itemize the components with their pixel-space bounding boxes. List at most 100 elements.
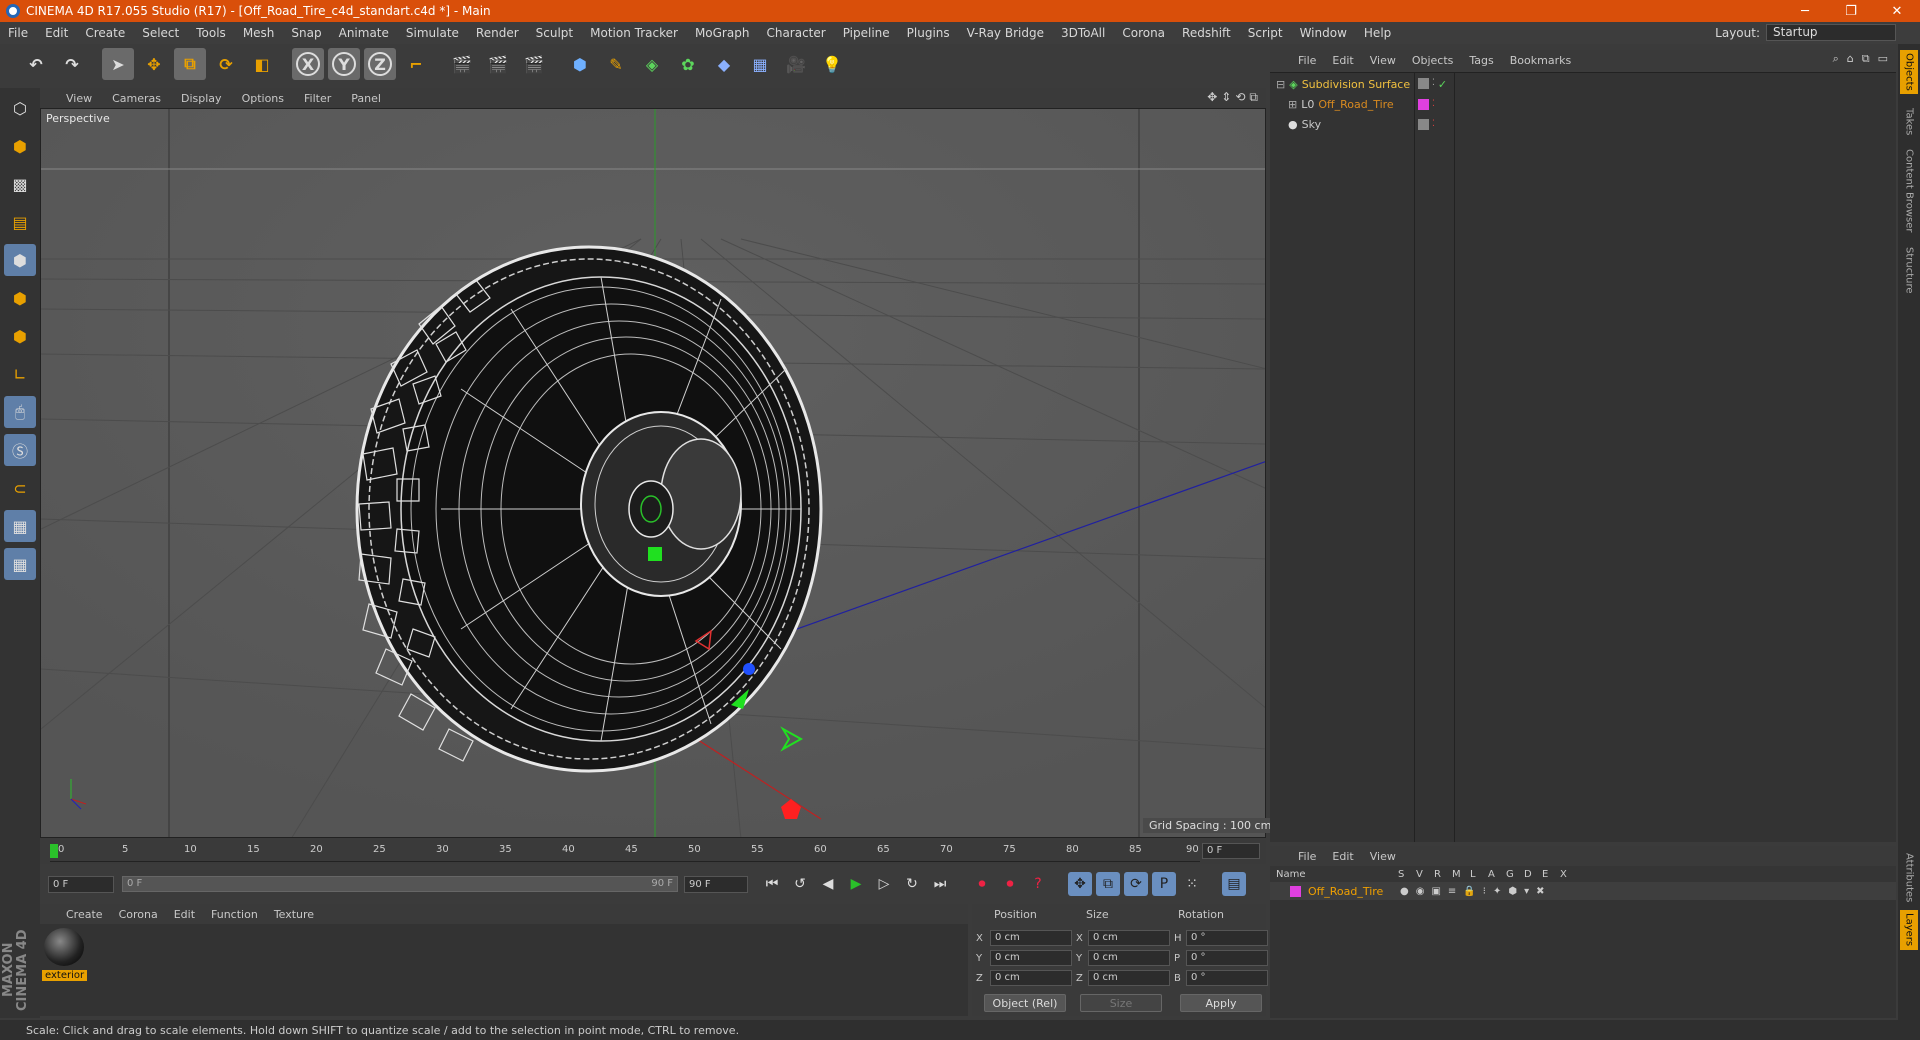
menu-pipeline[interactable]: Pipeline bbox=[835, 26, 899, 40]
next-key-button[interactable]: ↻ bbox=[900, 872, 924, 896]
material-name-label[interactable]: exterior bbox=[42, 970, 88, 981]
col-m[interactable]: M bbox=[1452, 869, 1461, 880]
axis-mode-button[interactable]: ∟ bbox=[4, 358, 36, 390]
coordinate-system-button[interactable]: ⌐ bbox=[400, 48, 432, 80]
start-frame-field[interactable]: 0 F bbox=[48, 875, 114, 893]
view-eye-icon[interactable]: ◉ bbox=[1416, 886, 1425, 897]
menu-render[interactable]: Render bbox=[468, 26, 528, 40]
xref-icon[interactable]: ✖ bbox=[1536, 886, 1544, 897]
locked-icon[interactable]: 🔒 bbox=[1463, 886, 1475, 897]
col-e[interactable]: E bbox=[1542, 869, 1548, 880]
record-button[interactable]: ⏺ bbox=[970, 872, 994, 896]
previous-key-button[interactable]: ↺ bbox=[788, 872, 812, 896]
restore-button[interactable]: ❐ bbox=[1828, 0, 1874, 22]
position-x-field[interactable]: 0 cm bbox=[990, 930, 1072, 946]
viewport-menu-options[interactable]: Options bbox=[242, 92, 284, 105]
col-g[interactable]: G bbox=[1506, 869, 1514, 880]
menu-3dtoall[interactable]: 3DToAll bbox=[1053, 26, 1114, 40]
maximize-icon[interactable]: ▭ bbox=[1878, 52, 1888, 66]
key-rotation-button[interactable]: ⟳ bbox=[1124, 872, 1148, 896]
light-button[interactable]: 💡 bbox=[816, 48, 848, 80]
col-x[interactable]: X bbox=[1560, 869, 1567, 880]
live-selection-button[interactable]: ➤ bbox=[102, 48, 134, 80]
material-menu-create[interactable]: Create bbox=[66, 908, 103, 921]
autokey-button[interactable]: ⏺ bbox=[998, 872, 1022, 896]
end-frame-field[interactable]: 90 F bbox=[684, 875, 748, 893]
redo-button[interactable]: ↷ bbox=[56, 48, 88, 80]
next-frame-button[interactable]: ▷ bbox=[872, 872, 896, 896]
menu-simulate[interactable]: Simulate bbox=[398, 26, 468, 40]
objects-menu-tags[interactable]: Tags bbox=[1469, 54, 1493, 67]
minimize-button[interactable]: ─ bbox=[1782, 0, 1828, 22]
key-scale-button[interactable]: ⧉ bbox=[1096, 872, 1120, 896]
objects-menu-edit[interactable]: Edit bbox=[1332, 54, 1353, 67]
size-z-field[interactable]: 0 cm bbox=[1088, 970, 1170, 986]
lock-workplane-button[interactable]: ▦ bbox=[4, 510, 36, 542]
timeline-ruler[interactable]: 0 5 10 15 20 25 30 35 40 45 50 55 60 65 … bbox=[40, 840, 1266, 864]
orbit-icon[interactable]: ⟲ bbox=[1235, 90, 1245, 105]
array-button[interactable]: ✿ bbox=[672, 48, 704, 80]
go-to-start-button[interactable]: ⏮ bbox=[760, 872, 784, 896]
x-axis-button[interactable]: X bbox=[292, 48, 324, 80]
frame-range-slider[interactable]: 0 F 90 F bbox=[122, 876, 678, 892]
menu-create[interactable]: Create bbox=[77, 26, 134, 40]
keyframe-selection-button[interactable]: ? bbox=[1026, 872, 1050, 896]
deformer-button[interactable]: ◆ bbox=[708, 48, 740, 80]
viewport-menu-display[interactable]: Display bbox=[181, 92, 222, 105]
y-axis-button[interactable]: Y bbox=[328, 48, 360, 80]
go-to-end-button[interactable]: ⏭ bbox=[928, 872, 952, 896]
solo-button[interactable]: Ⓢ bbox=[4, 434, 36, 466]
dolly-icon[interactable]: ⇕ bbox=[1221, 90, 1231, 105]
tab-objects[interactable]: Objects bbox=[1900, 50, 1918, 94]
visibility-dots-icon[interactable]: ⁚ bbox=[1432, 119, 1435, 130]
object-row-off-road-tire[interactable]: ⊞ L0 Off_Road_Tire ⁚ bbox=[1270, 95, 1896, 113]
move-button[interactable]: ✥ bbox=[138, 48, 170, 80]
render-view-button[interactable]: 🎬 bbox=[446, 48, 478, 80]
menu-snap[interactable]: Snap bbox=[283, 26, 330, 40]
material-menu-edit[interactable]: Edit bbox=[174, 908, 195, 921]
menu-help[interactable]: Help bbox=[1356, 26, 1400, 40]
visibility-dots-icon[interactable]: ⁚ bbox=[1432, 99, 1435, 110]
camera-button[interactable]: 🎥 bbox=[780, 48, 812, 80]
position-y-field[interactable]: 0 cm bbox=[990, 950, 1072, 966]
key-pla-button[interactable]: ⁙ bbox=[1180, 872, 1204, 896]
3d-viewport[interactable] bbox=[40, 108, 1266, 838]
tab-takes[interactable]: Takes bbox=[1900, 104, 1918, 140]
tab-attributes[interactable]: Attributes bbox=[1900, 850, 1918, 906]
solo-dot-icon[interactable]: ● bbox=[1400, 886, 1409, 897]
close-button[interactable]: ✕ bbox=[1874, 0, 1920, 22]
menu-window[interactable]: Window bbox=[1292, 26, 1356, 40]
scale-button[interactable]: ⧉ bbox=[174, 48, 206, 80]
menu-redshift[interactable]: Redshift bbox=[1174, 26, 1240, 40]
layer-color-swatch[interactable] bbox=[1418, 98, 1429, 110]
apply-button[interactable]: Apply bbox=[1180, 994, 1262, 1012]
menu-mograph[interactable]: MoGraph bbox=[687, 26, 759, 40]
recent-tool-button[interactable]: ◧ bbox=[246, 48, 278, 80]
object-column-divider[interactable] bbox=[1414, 72, 1415, 842]
col-name[interactable]: Name bbox=[1276, 869, 1306, 880]
size-x-field[interactable]: 0 cm bbox=[1088, 930, 1170, 946]
col-v[interactable]: V bbox=[1416, 869, 1423, 880]
menu-plugins[interactable]: Plugins bbox=[899, 26, 959, 40]
tab-layers[interactable]: Layers bbox=[1900, 910, 1918, 950]
snap-button[interactable]: ⊂ bbox=[4, 472, 36, 504]
spline-pen-button[interactable]: ✎ bbox=[600, 48, 632, 80]
expressions-icon[interactable]: ▾ bbox=[1524, 886, 1529, 897]
layer-swatch[interactable] bbox=[1418, 118, 1429, 130]
menu-character[interactable]: Character bbox=[758, 26, 834, 40]
menu-motion-tracker[interactable]: Motion Tracker bbox=[582, 26, 687, 40]
render-icon[interactable]: ▣ bbox=[1431, 886, 1440, 897]
render-picture-viewer-button[interactable]: 🎬 bbox=[482, 48, 514, 80]
workplane-mode-button[interactable]: ▤ bbox=[4, 206, 36, 238]
tab-structure[interactable]: Structure bbox=[1900, 242, 1918, 298]
size-mode-dropdown[interactable]: Size bbox=[1080, 994, 1162, 1012]
tweak-mode-button[interactable]: 🖱 bbox=[4, 396, 36, 428]
layers-menu-edit[interactable]: Edit bbox=[1332, 850, 1353, 863]
material-menu-texture[interactable]: Texture bbox=[274, 908, 314, 921]
key-position-button[interactable]: ✥ bbox=[1068, 872, 1092, 896]
animation-icon[interactable]: ⁝ bbox=[1483, 886, 1486, 897]
new-window-icon[interactable]: ⧉ bbox=[1862, 52, 1870, 66]
enabled-check-icon[interactable]: ✓ bbox=[1438, 78, 1447, 91]
menu-select[interactable]: Select bbox=[134, 26, 188, 40]
menu-mesh[interactable]: Mesh bbox=[235, 26, 284, 40]
